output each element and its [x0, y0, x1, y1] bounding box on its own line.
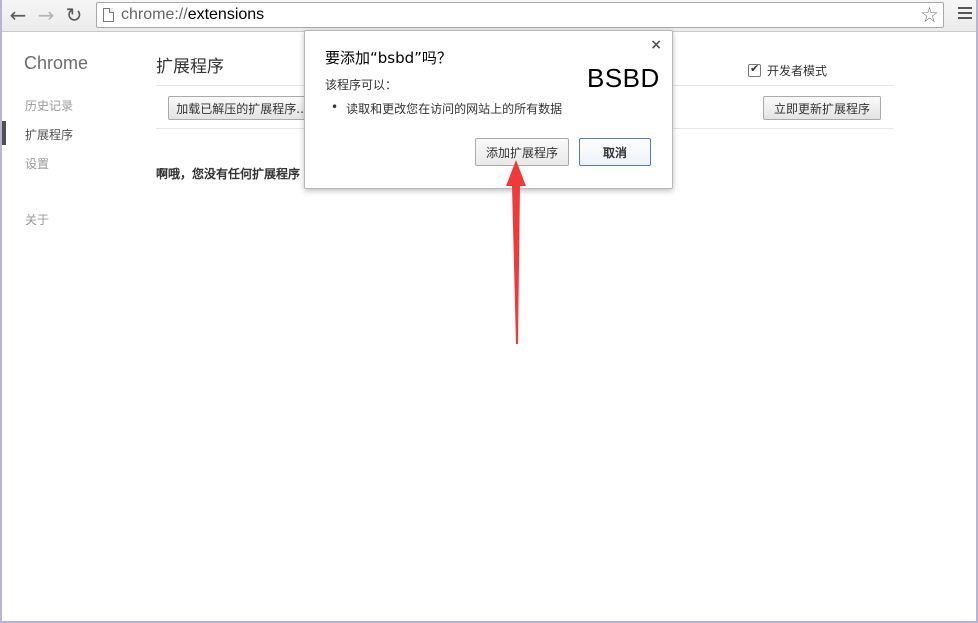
developer-mode-label: 开发者模式: [767, 64, 828, 78]
hamburger-menu-icon[interactable]: [958, 7, 972, 21]
url-scheme: chrome://: [121, 6, 188, 23]
permission-item: • 读取和更改您在访问的网站上的所有数据: [331, 100, 562, 117]
forward-button[interactable]: →: [34, 3, 58, 27]
star-icon[interactable]: ☆: [920, 3, 939, 27]
sidebar-item-history[interactable]: 历史记录: [25, 97, 73, 114]
developer-mode-checkbox[interactable]: [748, 62, 761, 77]
address-bar[interactable]: chrome://extensions ☆: [96, 2, 944, 28]
update-extensions-button[interactable]: 立即更新扩展程序: [763, 96, 881, 120]
load-unpacked-button[interactable]: 加载已解压的扩展程序...: [168, 96, 316, 120]
permission-text: 读取和更改您在访问的网站上的所有数据: [346, 102, 563, 116]
arrow-right-icon: →: [37, 3, 55, 27]
active-indicator: [2, 121, 6, 145]
reload-button[interactable]: ↻: [62, 3, 86, 27]
dialog-subtitle: 该程序可以：: [325, 78, 398, 92]
sidebar-brand: Chrome: [24, 53, 89, 73]
annotation-arrow-icon: [506, 160, 526, 344]
url-path: extensions: [187, 6, 265, 23]
page-title: 扩展程序: [156, 57, 224, 77]
arrow-left-icon: ←: [9, 3, 27, 27]
page-icon: [103, 8, 114, 22]
cancel-button[interactable]: 取消: [579, 138, 651, 166]
add-extension-dialog: × 要添加“bsbd”吗？ BSBD 该程序可以： • 读取和更改您在访问的网站…: [304, 30, 673, 189]
url-text[interactable]: chrome://extensions: [121, 6, 264, 24]
sidebar-item-about[interactable]: 关于: [25, 211, 49, 228]
bullet-icon: •: [331, 100, 339, 114]
close-icon[interactable]: ×: [650, 37, 662, 53]
browser-toolbar: ← → ↻ chrome://extensions ☆: [0, 0, 978, 32]
sidebar-item-settings[interactable]: 设置: [25, 155, 49, 172]
sidebar: Chrome 历史记录 扩展程序 设置 关于: [0, 33, 140, 621]
dialog-title: 要添加“bsbd”吗？: [325, 49, 452, 67]
developer-mode-toggle[interactable]: 开发者模式: [748, 62, 827, 79]
reload-icon: ↻: [65, 3, 83, 27]
back-button[interactable]: ←: [6, 3, 30, 27]
sidebar-item-extensions[interactable]: 扩展程序: [25, 126, 73, 143]
extension-logo: BSBD: [587, 63, 660, 93]
empty-message: 啊哦，您没有任何扩展程序 :: [156, 167, 309, 181]
